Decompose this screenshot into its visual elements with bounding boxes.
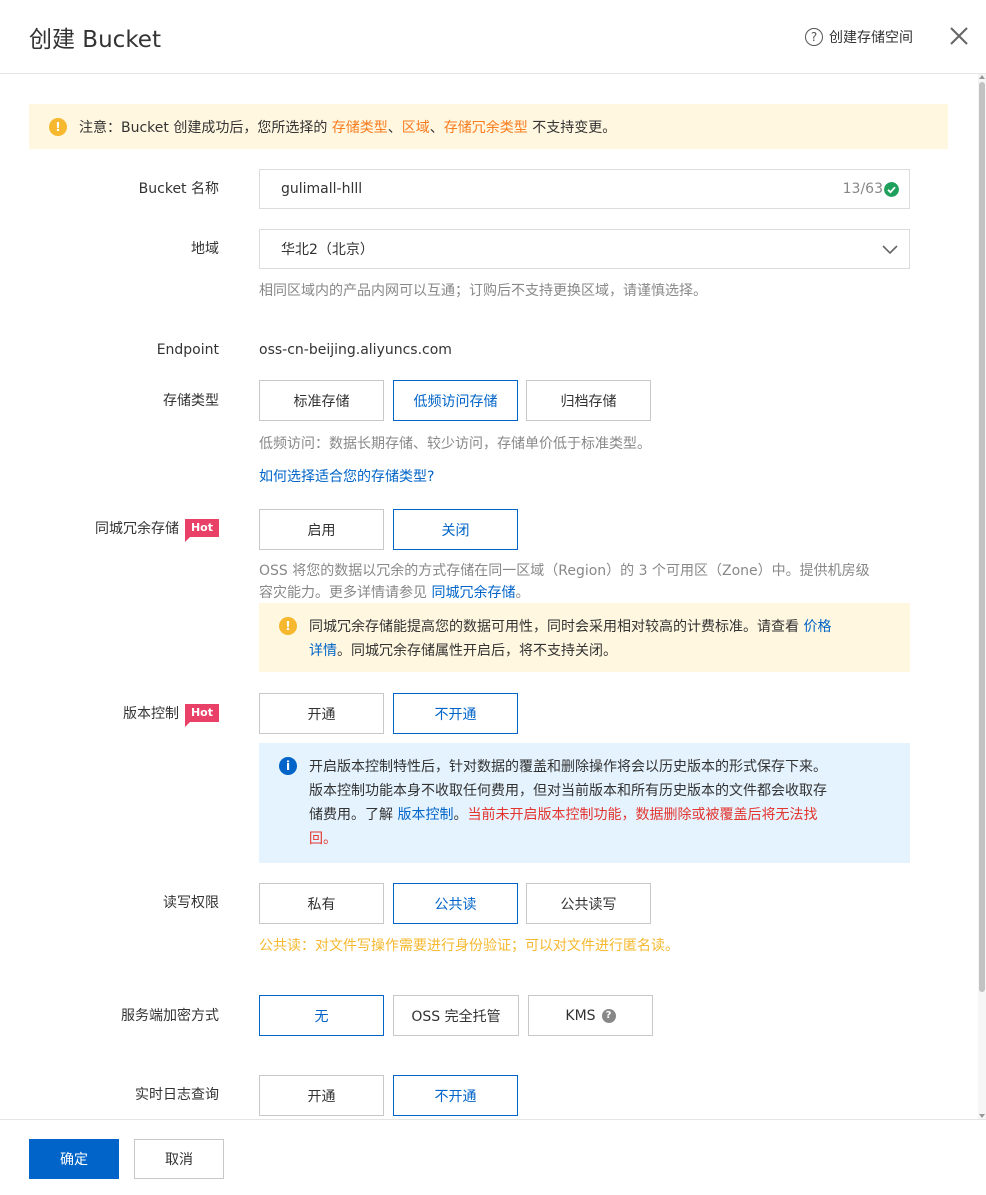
region-hint: 相同区域内的产品内网可以互通；订购后不支持更换区域，请谨慎选择。 xyxy=(259,283,707,299)
storage-class-label: 存储类型 xyxy=(163,393,219,409)
scroll-up-arrow-icon[interactable] xyxy=(979,75,985,79)
zrs-alert: ! 同城冗余存储能提高您的数据可用性，同时会采用相对较高的计费标准。请查看 价格… xyxy=(259,603,910,672)
bucket-name-value: gulimall-hlll xyxy=(281,181,363,197)
acl-public-read-write-button[interactable]: 公共读写 xyxy=(526,883,651,924)
scrollbar-thumb[interactable] xyxy=(979,82,985,992)
scroll-down-arrow-icon[interactable] xyxy=(979,1114,985,1118)
bucket-name-input[interactable]: gulimall-hlll 13/63 xyxy=(259,169,910,209)
region-value: 华北2（北京） xyxy=(281,242,374,258)
bucket-name-label: Bucket 名称 xyxy=(138,181,219,197)
zrs-disable-button[interactable]: 关闭 xyxy=(393,509,518,550)
zrs-doc-link[interactable]: 同城冗余存储 xyxy=(431,585,515,601)
acl-private-button[interactable]: 私有 xyxy=(259,883,384,924)
char-counter: 13/63 xyxy=(842,181,883,197)
encryption-none-button[interactable]: 无 xyxy=(259,995,384,1036)
acl-warning: 公共读：对文件写操作需要进行身份验证；可以对文件进行匿名读。 xyxy=(259,938,679,954)
help-link[interactable]: ? 创建存储空间 xyxy=(805,27,913,47)
info-icon: i xyxy=(279,757,297,775)
question-circle-icon[interactable]: ? xyxy=(601,1008,616,1023)
realtime-log-enable-button[interactable]: 开通 xyxy=(259,1075,384,1116)
realtime-log-disable-button[interactable]: 不开通 xyxy=(393,1075,518,1116)
storage-archive-button[interactable]: 归档存储 xyxy=(526,380,651,421)
close-icon[interactable] xyxy=(945,22,973,50)
check-circle-icon xyxy=(884,181,899,197)
dialog-title: 创建 Bucket xyxy=(29,27,161,53)
region-label: 地域 xyxy=(191,241,219,257)
versioning-doc-link[interactable]: 版本控制 xyxy=(397,807,453,823)
encryption-oss-button[interactable]: OSS 完全托管 xyxy=(393,995,519,1036)
warning-icon: ! xyxy=(279,617,297,635)
realtime-log-label: 实时日志查询 xyxy=(135,1087,219,1103)
storage-standard-button[interactable]: 标准存储 xyxy=(259,380,384,421)
storage-class-hint: 低频访问：数据长期存储、较少访问，存储单价低于标准类型。 xyxy=(259,436,651,452)
zrs-label: 同城冗余存储 Hot xyxy=(95,518,219,542)
zrs-hint: OSS 将您的数据以冗余的方式存储在同一区域（Region）的 3 个可用区（Z… xyxy=(259,563,870,601)
versioning-label: 版本控制 Hot xyxy=(123,703,219,727)
versioning-enable-button[interactable]: 开通 xyxy=(259,693,384,734)
notice-banner: ! 注意：Bucket 创建成功后，您所选择的 存储类型、区域、存储冗余类型 不… xyxy=(29,104,948,149)
hot-badge: Hot xyxy=(184,704,219,727)
acl-label: 读写权限 xyxy=(163,895,219,911)
confirm-button[interactable]: 确定 xyxy=(29,1139,119,1179)
versioning-alert: i 开启版本控制特性后，针对数据的覆盖和删除操作将会以历史版本的形式保存下来。 … xyxy=(259,743,910,863)
versioning-disable-button[interactable]: 不开通 xyxy=(393,693,518,734)
scrollbar[interactable] xyxy=(978,74,986,1119)
endpoint-label: Endpoint xyxy=(156,342,219,358)
hot-badge: Hot xyxy=(184,519,219,542)
notice-text: 注意：Bucket 创建成功后，您所选择的 存储类型、区域、存储冗余类型 不支持… xyxy=(79,119,617,136)
encryption-kms-button[interactable]: KMS ? xyxy=(528,995,653,1036)
endpoint-value: oss-cn-beijing.aliyuncs.com xyxy=(259,342,452,358)
acl-public-read-button[interactable]: 公共读 xyxy=(393,883,518,924)
dialog-header: 创建 Bucket ? 创建存储空间 xyxy=(0,0,986,74)
help-link-label: 创建存储空间 xyxy=(829,30,913,46)
warning-icon: ! xyxy=(49,117,67,136)
storage-ia-button[interactable]: 低频访问存储 xyxy=(393,380,518,421)
question-circle-icon: ? xyxy=(805,28,823,46)
chevron-down-icon xyxy=(882,245,898,255)
encryption-label: 服务端加密方式 xyxy=(121,1008,219,1024)
price-link[interactable]: 价格 xyxy=(803,619,831,635)
price-details-link[interactable]: 详情 xyxy=(309,643,337,659)
storage-class-help-link[interactable]: 如何选择适合您的存储类型? xyxy=(259,466,434,488)
cancel-button[interactable]: 取消 xyxy=(134,1139,224,1179)
region-select[interactable]: 华北2（北京） xyxy=(259,229,910,269)
zrs-enable-button[interactable]: 启用 xyxy=(259,509,384,550)
